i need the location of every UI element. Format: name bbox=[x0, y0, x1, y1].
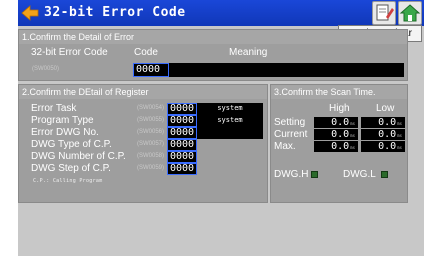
register-row-label: Error DWG No. bbox=[31, 127, 99, 138]
section-2-body: Error Task (SW0054) 0000 system Program … bbox=[19, 99, 267, 202]
section-error-detail: 1.Confirm the Detail of Error 32-bit Err… bbox=[18, 29, 408, 81]
section-3-body: High Low Setting 0.0ms 0.0ms Current 0.0… bbox=[271, 99, 407, 202]
error-code-register: (SW0050) bbox=[32, 66, 60, 72]
scan-time-low: 0.0ms bbox=[361, 129, 405, 140]
section-3-heading: 3.Confirm the Scan Time. bbox=[271, 85, 407, 99]
error-meaning-value bbox=[169, 63, 404, 77]
error-code-value: 0000 bbox=[133, 63, 169, 77]
scan-time-high: 0.0ms bbox=[314, 141, 358, 152]
register-row-name: system bbox=[197, 115, 263, 127]
register-row-name bbox=[197, 127, 263, 139]
back-arrow-icon[interactable] bbox=[21, 4, 39, 22]
scan-time-high: 0.0ms bbox=[314, 129, 358, 140]
register-row-label: DWG Number of C.P. bbox=[31, 151, 126, 162]
error-code-label: 32-bit Error Code bbox=[31, 47, 108, 58]
register-row-register: (SW0055) bbox=[137, 117, 165, 123]
register-row-value: 0000 bbox=[167, 163, 197, 175]
scan-time-label: Setting bbox=[274, 117, 306, 128]
document-edit-icon bbox=[376, 4, 394, 21]
section-1-heading: 1.Confirm the Detail of Error bbox=[19, 30, 407, 44]
calling-program-footnote: C.P.: Calling Program bbox=[33, 178, 103, 184]
low-column-label: Low bbox=[376, 103, 395, 114]
document-button[interactable] bbox=[372, 1, 396, 25]
register-row-value: 0000 bbox=[167, 115, 197, 127]
register-row-name: system bbox=[197, 103, 263, 115]
register-row-register: (SW0056) bbox=[137, 129, 165, 135]
register-row-value: 0000 bbox=[167, 151, 197, 163]
section-scan-time: 3.Confirm the Scan Time. High Low Settin… bbox=[270, 84, 408, 203]
register-row-label: Program Type bbox=[31, 115, 94, 126]
scan-time-high: 0.0ms bbox=[314, 117, 358, 128]
register-row-label: DWG Step of C.P. bbox=[31, 163, 111, 174]
scan-time-label: Max. bbox=[274, 141, 296, 152]
scan-time-low: 0.0ms bbox=[361, 141, 405, 152]
register-row-register: (SW0057) bbox=[137, 141, 165, 147]
register-row-value: 0000 bbox=[167, 139, 197, 151]
code-column-label: Code bbox=[134, 47, 158, 58]
dwg-h-indicator bbox=[311, 171, 318, 178]
home-icon bbox=[399, 4, 421, 22]
register-row-value: 0000 bbox=[167, 103, 197, 115]
register-row-register: (SW0054) bbox=[137, 105, 165, 111]
high-column-label: High bbox=[329, 103, 350, 114]
error-code-screen: 32-bit Error Code Register Clear 1.Confi… bbox=[18, 0, 424, 256]
window-title: 32-bit Error Code bbox=[44, 5, 186, 20]
scan-time-label: Current bbox=[274, 129, 308, 140]
section-1-body: 32-bit Error Code Code Meaning (SW0050) … bbox=[19, 44, 407, 80]
register-row-register: (SW0059) bbox=[137, 165, 165, 171]
section-register-detail: 2.Confirm the DEtail of Register Error T… bbox=[18, 84, 268, 203]
register-row-value: 0000 bbox=[167, 127, 197, 139]
register-row-register: (SW0058) bbox=[137, 153, 165, 159]
scan-time-low: 0.0ms bbox=[361, 117, 405, 128]
register-row-label: Error Task bbox=[31, 103, 77, 114]
title-bar: 32-bit Error Code bbox=[18, 0, 424, 26]
dwg-l-label: DWG.L bbox=[343, 169, 376, 180]
meaning-column-label: Meaning bbox=[229, 47, 268, 58]
register-row-label: DWG Type of C.P. bbox=[31, 139, 112, 150]
dwg-l-indicator bbox=[381, 171, 388, 178]
dwg-h-label: DWG.H bbox=[274, 169, 309, 180]
section-2-heading: 2.Confirm the DEtail of Register bbox=[19, 85, 267, 99]
home-button[interactable] bbox=[398, 1, 422, 25]
